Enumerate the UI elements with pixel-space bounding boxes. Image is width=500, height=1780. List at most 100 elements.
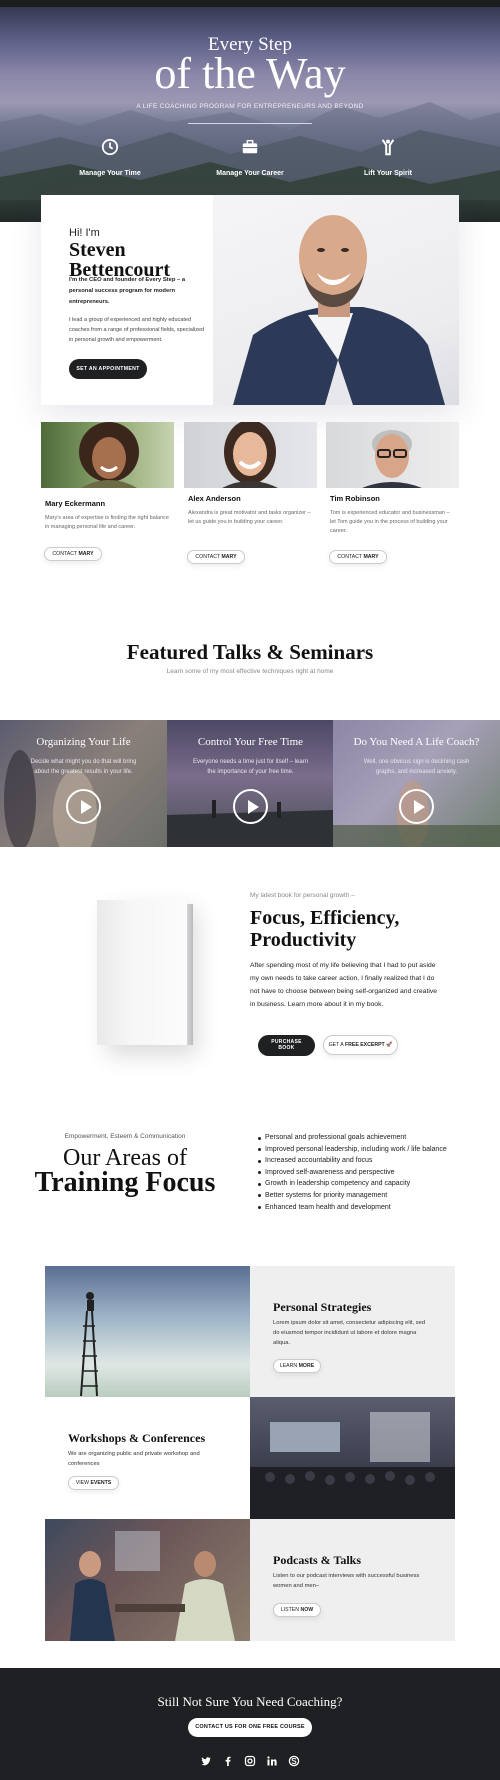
list-item: Growth in leadership competency and capa… [258,1178,473,1190]
podcast-image [45,1519,250,1641]
rocket-icon: 🚀 [386,1042,393,1048]
button-label-line2: BOOK [278,1045,295,1051]
conference-hall-image [250,1397,455,1519]
button-prefix: CONTACT [337,554,363,560]
bio-text: I lead a group of experienced and highly… [69,317,205,343]
hero-divider [188,123,312,124]
feature-label: Lift Your Spirit [364,170,412,177]
coach-card-mary: Mary Eckermann Mary's area of expertise … [41,422,174,561]
coach-name: Tim Robinson [330,494,380,503]
card-text: Lorem ipsum dolor sit amet, consectetur … [273,1320,426,1346]
talk-title: Do You Need A Life Coach? [353,736,480,748]
play-button[interactable] [66,789,101,824]
list-item: Increased accountability and focus [258,1155,473,1167]
purchase-book-button[interactable]: PURCHASE BOOK [258,1035,315,1056]
coach-description: Tom is experienced educator and business… [330,510,450,534]
feature-label: Manage Your Time [79,170,141,177]
bio-greeting: Hi! I'm [69,227,100,239]
talk-life-coach[interactable]: Do You Need A Life Coach? Well, one obvi… [333,720,500,847]
feature-label: Manage Your Career [216,170,284,177]
facebook-icon[interactable] [222,1755,234,1767]
button-prefix: LEARN [279,1363,298,1369]
contact-tim-button[interactable]: CONTACT MARY [329,550,387,564]
coach-description: Mary's area of expertise is finding the … [45,515,169,530]
button-bold: NOW [300,1607,314,1613]
list-item: Enhanced team health and development [258,1202,473,1214]
linkedin-icon[interactable] [266,1755,278,1767]
coach-description: Alexandra is great motivator and tasks o… [188,510,311,525]
button-prefix: VIEW [75,1480,90,1486]
contact-alex-button[interactable]: CONTACT MARY [187,550,245,564]
book-title: Focus, Efficiency, Productivity [250,907,400,951]
feature-manage-time[interactable]: Manage Your Time [50,138,170,180]
talk-organizing[interactable]: Organizing Your Life Decide what might y… [0,720,167,847]
bio-lead: I'm the CEO and founder of Every Step – … [69,277,186,305]
book-kicker: My latest book for personal growth – [250,892,355,899]
tim-photo [326,422,459,488]
briefcase-icon [242,139,258,154]
button-prefix: GET A [328,1042,344,1048]
featured-subtitle: Learn some of my most effective techniqu… [166,668,334,675]
contact-mary-button[interactable]: CONTACT MARY [44,547,102,561]
personal-strategies-card: Personal Strategies Lorem ipsum dolor si… [250,1266,455,1397]
featured-title: Featured Talks & Seminars [126,640,374,664]
book-text: After spending most of my life believing… [250,962,438,1008]
talk-description: Everyone needs a time just for itself – … [192,759,309,775]
set-appointment-button[interactable]: SET AN APPOINTMENT [69,359,147,379]
learn-more-button[interactable]: LEARN MORE [273,1359,321,1373]
coach-name: Alex Anderson [188,494,241,503]
instagram-icon[interactable] [244,1755,256,1767]
person-raised-arms-icon [381,139,395,156]
button-prefix: CONTACT [195,554,221,560]
contact-free-course-button[interactable]: CONTACT US FOR ONE FREE COURSE [188,1718,312,1737]
alex-photo [184,422,317,488]
hero-section: Every Step of the Way A LIFE COACHING PR… [0,0,500,222]
footer-title: Still Not Sure You Need Coaching? [157,1694,343,1709]
feature-manage-career[interactable]: Manage Your Career [190,138,310,180]
listen-now-button[interactable]: LISTEN NOW [273,1603,321,1617]
list-item: Improved personal leadership, including … [258,1144,473,1156]
twitter-icon[interactable] [200,1755,212,1767]
workshops-card: Workshops & Conferences We are organizin… [45,1397,250,1519]
list-item: Better systems for priority management [258,1190,473,1202]
top-bar [0,0,500,7]
list-item: Personal and professional goals achievem… [258,1132,473,1144]
training-title-line2: Training Focus [34,1167,216,1198]
bio-name-line1: Steven [69,239,126,261]
skype-icon[interactable] [288,1755,300,1767]
button-prefix: LISTEN [280,1607,300,1613]
clock-icon [101,138,119,156]
button-prefix: CONTACT [52,551,78,557]
training-kicker: Empowerment, Esteem & Communication [64,1133,186,1140]
talk-description: Decide what might you do that will bring… [30,759,137,775]
ladder-sky-image [45,1266,250,1397]
talk-free-time[interactable]: Control Your Free Time Everyone needs a … [167,720,334,847]
view-events-button[interactable]: VIEW EVENTS [68,1476,119,1490]
training-list: Personal and professional goals achievem… [258,1132,473,1213]
talk-description: Well, one obvious sign is declining cash… [363,759,470,775]
free-excerpt-button[interactable]: GET A FREE EXCERPT 🚀 [323,1035,398,1055]
card-title: Workshops & Conferences [68,1431,206,1445]
button-bold: FREE EXCERPT [344,1042,385,1048]
button-bold: EVENTS [90,1480,112,1486]
hero-title-line2: of the Way [154,49,346,98]
hero-subtitle: A LIFE COACHING PROGRAM FOR ENTREPRENEUR… [136,103,364,110]
talk-title: Control Your Free Time [197,736,304,748]
button-bold: MORE [298,1363,315,1369]
list-item: Improved self-awareness and perspective [258,1167,473,1179]
play-button[interactable] [399,789,434,824]
feature-lift-spirit[interactable]: Lift Your Spirit [328,138,448,180]
coach-name: Mary Eckermann [45,499,106,508]
steven-portrait-photo [213,195,459,405]
coach-card-alex: Alex Anderson Alexandra is great motivat… [184,422,317,564]
coach-card-tim: Tim Robinson Tom is experienced educator… [326,422,459,564]
button-bold: MARY [221,554,237,560]
card-title: Personal Strategies [273,1300,372,1314]
talk-title: Organizing Your Life [36,736,131,748]
button-bold: MARY [363,554,379,560]
footer: Still Not Sure You Need Coaching? CONTAC… [0,1668,500,1780]
book-cover-image [97,900,193,1045]
card-text: Listen to our podcast interviews with su… [273,1573,420,1589]
play-button[interactable] [233,789,268,824]
button-bold: MARY [78,551,94,557]
